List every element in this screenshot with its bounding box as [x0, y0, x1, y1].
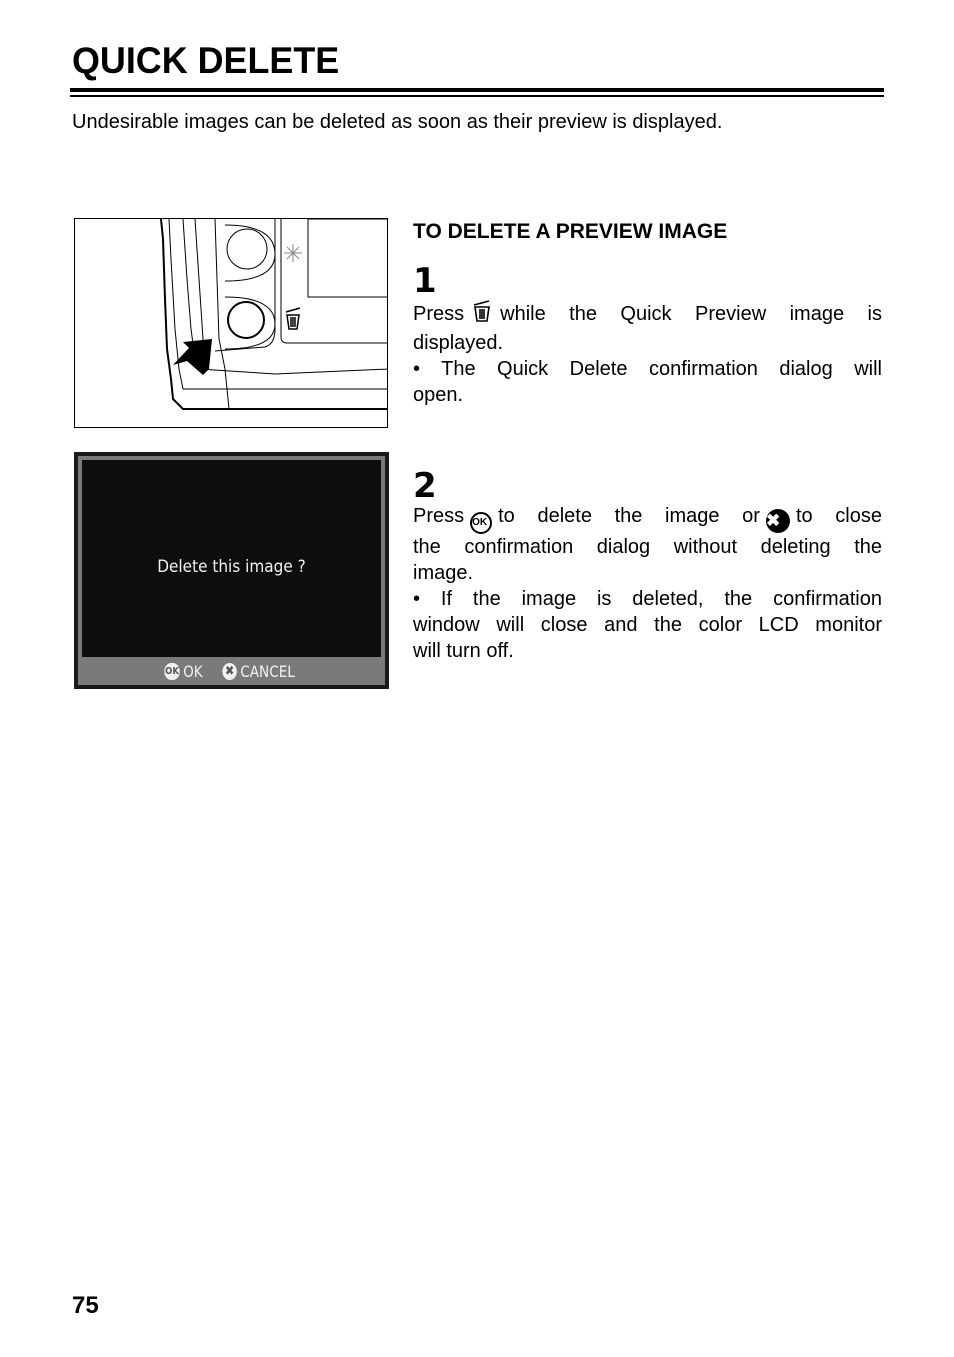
step-1-line-1: Press while the Quick Preview image is	[413, 299, 882, 330]
step-2-line-1: Press OK to delete the image or ✖ to close	[413, 503, 882, 534]
lcd-message: Delete this image ?	[157, 557, 306, 577]
lcd-button-bar: OK OK ✖ CANCEL	[78, 659, 385, 683]
page-number: 75	[72, 1292, 99, 1319]
lcd-dialog-figure: Delete this image ? OK OK ✖ CANCEL	[74, 452, 389, 689]
trash-icon	[285, 307, 301, 330]
step-1-line-2: displayed.	[413, 332, 504, 354]
ok-button-icon: OK	[164, 662, 180, 680]
intro-text: Undesirable images can be deleted as soo…	[72, 111, 723, 133]
page-title: QUICK DELETE	[72, 40, 340, 81]
lcd-cancel-option: ✖ CANCEL	[222, 661, 296, 681]
cancel-x-icon: ✖	[765, 509, 790, 533]
step-1-bullet-line-2: open.	[413, 384, 464, 406]
lcd-ok-label: OK	[183, 661, 204, 681]
lcd-cancel-label: CANCEL	[240, 661, 296, 681]
section-heading: TO DELETE A PREVIEW IMAGE	[413, 220, 728, 243]
step-2-text: Press OK to delete the image or ✖ to close t…	[413, 503, 882, 664]
title-rule-thick	[70, 88, 884, 92]
trash-icon	[470, 299, 494, 330]
sparkle-icon	[284, 244, 302, 262]
lcd-frame: Delete this image ? OK OK ✖ CANCEL	[78, 456, 385, 685]
step-2-line-2: the confirmation dialog without deleting…	[413, 536, 882, 558]
camera-illustration	[74, 218, 388, 428]
step-2-bullet-line-2: window will close and the color LCD moni…	[413, 614, 882, 636]
step-1-bullet-line-1: • The Quick Delete confirmation dialog w…	[413, 358, 882, 380]
lcd-screen: Delete this image ?	[82, 460, 381, 657]
step-2-bullet-line-1: • If the image is deleted, the confirmat…	[413, 588, 882, 610]
step-1-text: Press while the Quick Preview image is di…	[413, 299, 882, 408]
step-2-bullet-line-3: will turn off.	[413, 640, 514, 662]
camera-drawing	[160, 219, 387, 410]
step-number-1: 1	[413, 261, 437, 301]
cancel-x-icon: ✖	[222, 662, 238, 680]
step-2-line-3: image.	[413, 562, 474, 584]
title-rule-thin	[70, 95, 884, 97]
ok-button-icon: OK	[470, 512, 493, 534]
step-number-2: 2	[413, 466, 437, 506]
lcd-ok-option: OK OK	[164, 661, 204, 681]
